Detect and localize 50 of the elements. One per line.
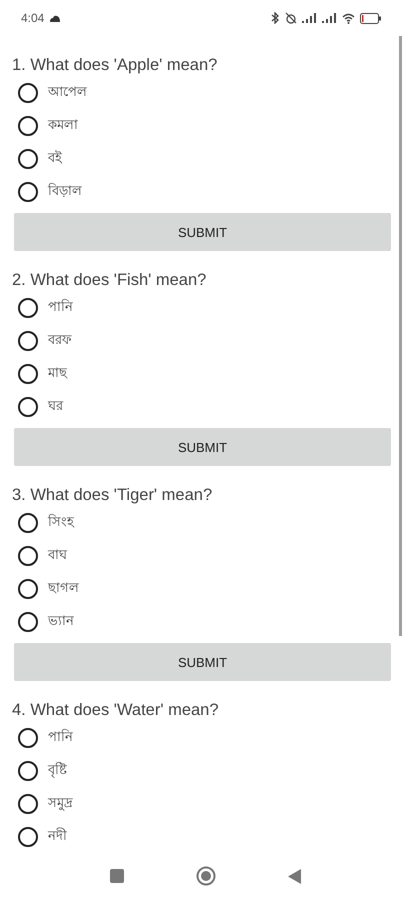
alarm-off-icon: [285, 12, 297, 24]
option-label[interactable]: বৃষ্টি: [48, 760, 67, 781]
radio-button[interactable]: [18, 148, 38, 168]
option-label[interactable]: ঘর: [48, 396, 63, 417]
signal-icon: [302, 13, 317, 23]
home-icon[interactable]: [196, 866, 216, 886]
radio-button[interactable]: [18, 612, 38, 632]
radio-button[interactable]: [18, 396, 38, 416]
radio-button[interactable]: [18, 330, 38, 350]
option-label[interactable]: ভ্যান: [48, 611, 74, 632]
question-text: 2. What does 'Fish' mean?: [12, 270, 208, 291]
option-label[interactable]: বাঘ: [48, 545, 67, 566]
cloud-icon: [49, 14, 62, 22]
wifi-icon: [342, 12, 355, 24]
option-label[interactable]: আপেল: [48, 82, 87, 103]
option-label[interactable]: কমলা: [48, 115, 78, 136]
bluetooth-icon: [270, 12, 280, 24]
question-text: 3. What does 'Tiger' mean?: [12, 485, 214, 506]
radio-button[interactable]: [18, 794, 38, 814]
question-text: 4. What does 'Water' mean?: [12, 700, 220, 721]
back-icon[interactable]: [288, 868, 300, 884]
submit-button[interactable]: SUBMIT: [14, 643, 391, 681]
signal-icon: [322, 13, 337, 23]
option-label[interactable]: পানি: [48, 297, 73, 318]
radio-button[interactable]: [18, 760, 38, 780]
radio-button[interactable]: [18, 546, 38, 566]
radio-button[interactable]: [18, 364, 38, 384]
question-text: 1. What does 'Apple' mean?: [12, 55, 218, 76]
submit-button[interactable]: SUBMIT: [14, 428, 391, 466]
option-label[interactable]: সিংহ: [48, 512, 74, 533]
option-label[interactable]: বই: [48, 148, 62, 169]
clock-time: 4:04: [21, 11, 44, 25]
radio-button[interactable]: [18, 512, 38, 532]
option-label[interactable]: মাছ: [48, 363, 67, 384]
recents-icon[interactable]: [110, 869, 124, 883]
radio-button[interactable]: [18, 728, 38, 748]
option-label[interactable]: নদী: [48, 826, 67, 847]
radio-button[interactable]: [18, 182, 38, 202]
radio-button[interactable]: [18, 82, 38, 102]
radio-button[interactable]: [18, 826, 38, 846]
option-label[interactable]: সমুদ্র: [48, 793, 73, 814]
option-label[interactable]: পানি: [48, 727, 73, 748]
battery-icon: [360, 12, 382, 24]
radio-button[interactable]: [18, 578, 38, 598]
radio-button[interactable]: [18, 298, 38, 318]
option-label[interactable]: বরফ: [48, 330, 72, 351]
radio-button[interactable]: [18, 116, 38, 136]
option-label[interactable]: ছাগল: [48, 578, 79, 599]
option-label[interactable]: বিড়াল: [48, 181, 82, 202]
submit-button[interactable]: SUBMIT: [14, 213, 391, 251]
